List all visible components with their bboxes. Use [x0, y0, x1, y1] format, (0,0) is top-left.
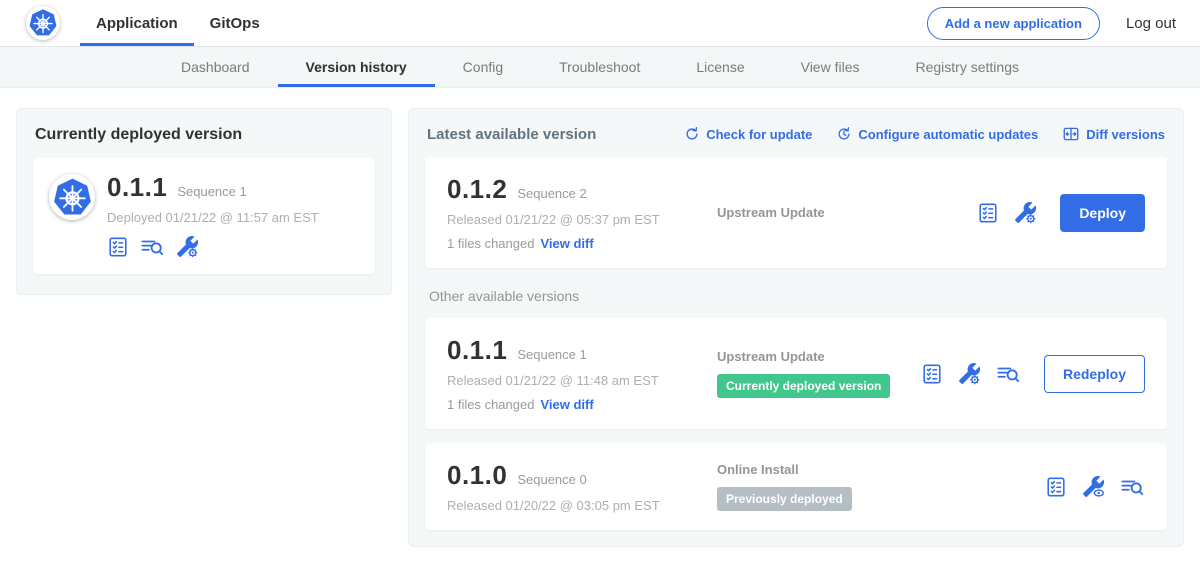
view-diff-link[interactable]: View diff	[540, 236, 593, 251]
previously-deployed-badge: Previously deployed	[717, 487, 852, 511]
main-content: Currently deployed version 0.1.1 Sequenc…	[0, 88, 1200, 564]
diff-versions-link[interactable]: Diff versions	[1062, 125, 1165, 143]
troubleshoot-wrench-icon[interactable]	[1082, 475, 1105, 498]
preflight-checklist-icon[interactable]	[921, 363, 943, 385]
add-application-button[interactable]: Add a new application	[927, 7, 1100, 40]
version-number: 0.1.0	[447, 460, 507, 491]
deployed-date: Deployed 01/21/22 @ 11:57 am EST	[107, 210, 319, 225]
check-for-update-link[interactable]: Check for update	[684, 126, 812, 142]
released-date: Released 01/21/22 @ 11:48 am EST	[447, 373, 697, 388]
view-files-icon[interactable]	[996, 363, 1021, 385]
app-subnav: Dashboard Version history Config Trouble…	[0, 47, 1200, 88]
schedule-icon	[836, 126, 852, 142]
version-number: 0.1.2	[447, 174, 507, 205]
redeploy-button[interactable]: Redeploy	[1044, 355, 1145, 393]
version-card-0-1-0: 0.1.0 Sequence 0 Released 01/20/22 @ 03:…	[425, 443, 1167, 530]
currently-deployed-panel: Currently deployed version 0.1.1 Sequenc…	[16, 108, 392, 295]
version-actions: Check for update Configure automatic upd…	[684, 125, 1165, 143]
header-right: Add a new application Log out	[927, 7, 1176, 40]
subnav-view-files[interactable]: View files	[773, 47, 888, 87]
files-changed: 1 files changedView diff	[447, 236, 697, 251]
currently-deployed-badge: Currently deployed version	[717, 374, 890, 398]
tab-gitops[interactable]: GitOps	[194, 0, 276, 46]
available-versions-panel: Latest available version Check for updat…	[408, 108, 1184, 547]
sequence-label: Sequence 2	[517, 186, 586, 201]
sequence-label: Sequence 0	[517, 472, 586, 487]
preflight-checklist-icon[interactable]	[977, 202, 999, 224]
deployed-version-number: 0.1.1	[107, 172, 167, 203]
files-changed: 1 files changedView diff	[447, 397, 697, 412]
other-versions-title: Other available versions	[429, 288, 1163, 304]
currently-deployed-title: Currently deployed version	[35, 126, 373, 144]
subnav-registry-settings[interactable]: Registry settings	[888, 47, 1047, 87]
view-diff-link[interactable]: View diff	[540, 397, 593, 412]
troubleshoot-wrench-icon[interactable]	[958, 362, 981, 385]
sequence-label: Sequence 1	[517, 347, 586, 362]
view-files-icon[interactable]	[1120, 476, 1145, 498]
latest-available-title: Latest available version	[427, 126, 596, 143]
deployed-version-card: 0.1.1 Sequence 1 Deployed 01/21/22 @ 11:…	[33, 158, 375, 274]
diff-icon	[1062, 125, 1080, 143]
subnav-config[interactable]: Config	[435, 47, 531, 87]
deploy-button[interactable]: Deploy	[1060, 194, 1145, 232]
troubleshoot-wrench-icon[interactable]	[1014, 201, 1037, 224]
refresh-icon	[684, 126, 700, 142]
subnav-dashboard[interactable]: Dashboard	[153, 47, 278, 87]
released-date: Released 01/21/22 @ 05:37 pm EST	[447, 212, 697, 227]
header-tabs: Application GitOps	[80, 0, 276, 46]
view-files-icon[interactable]	[140, 236, 165, 258]
troubleshoot-wrench-icon[interactable]	[176, 235, 199, 258]
released-date: Released 01/20/22 @ 03:05 pm EST	[447, 498, 697, 513]
version-card-0-1-1: 0.1.1 Sequence 1 Released 01/21/22 @ 11:…	[425, 318, 1167, 429]
subnav-license[interactable]: License	[668, 47, 772, 87]
tab-application[interactable]: Application	[80, 0, 194, 46]
app-logo-icon	[49, 174, 95, 220]
configure-automatic-updates-link[interactable]: Configure automatic updates	[836, 126, 1038, 142]
version-card-0-1-2: 0.1.2 Sequence 2 Released 01/21/22 @ 05:…	[425, 157, 1167, 268]
preflight-checklist-icon[interactable]	[107, 236, 129, 258]
version-number: 0.1.1	[447, 335, 507, 366]
top-header: Application GitOps Add a new application…	[0, 0, 1200, 47]
kubernetes-logo	[26, 6, 60, 40]
deployed-version-info: 0.1.1 Sequence 1 Deployed 01/21/22 @ 11:…	[107, 172, 319, 258]
version-source: Online Install	[717, 462, 1045, 477]
subnav-version-history[interactable]: Version history	[278, 47, 435, 87]
subnav-troubleshoot[interactable]: Troubleshoot	[531, 47, 668, 87]
deployed-sequence-label: Sequence 1	[177, 184, 246, 199]
preflight-checklist-icon[interactable]	[1045, 476, 1067, 498]
version-source: Upstream Update	[717, 205, 977, 220]
version-source: Upstream Update	[717, 349, 921, 364]
logout-button[interactable]: Log out	[1126, 15, 1176, 32]
